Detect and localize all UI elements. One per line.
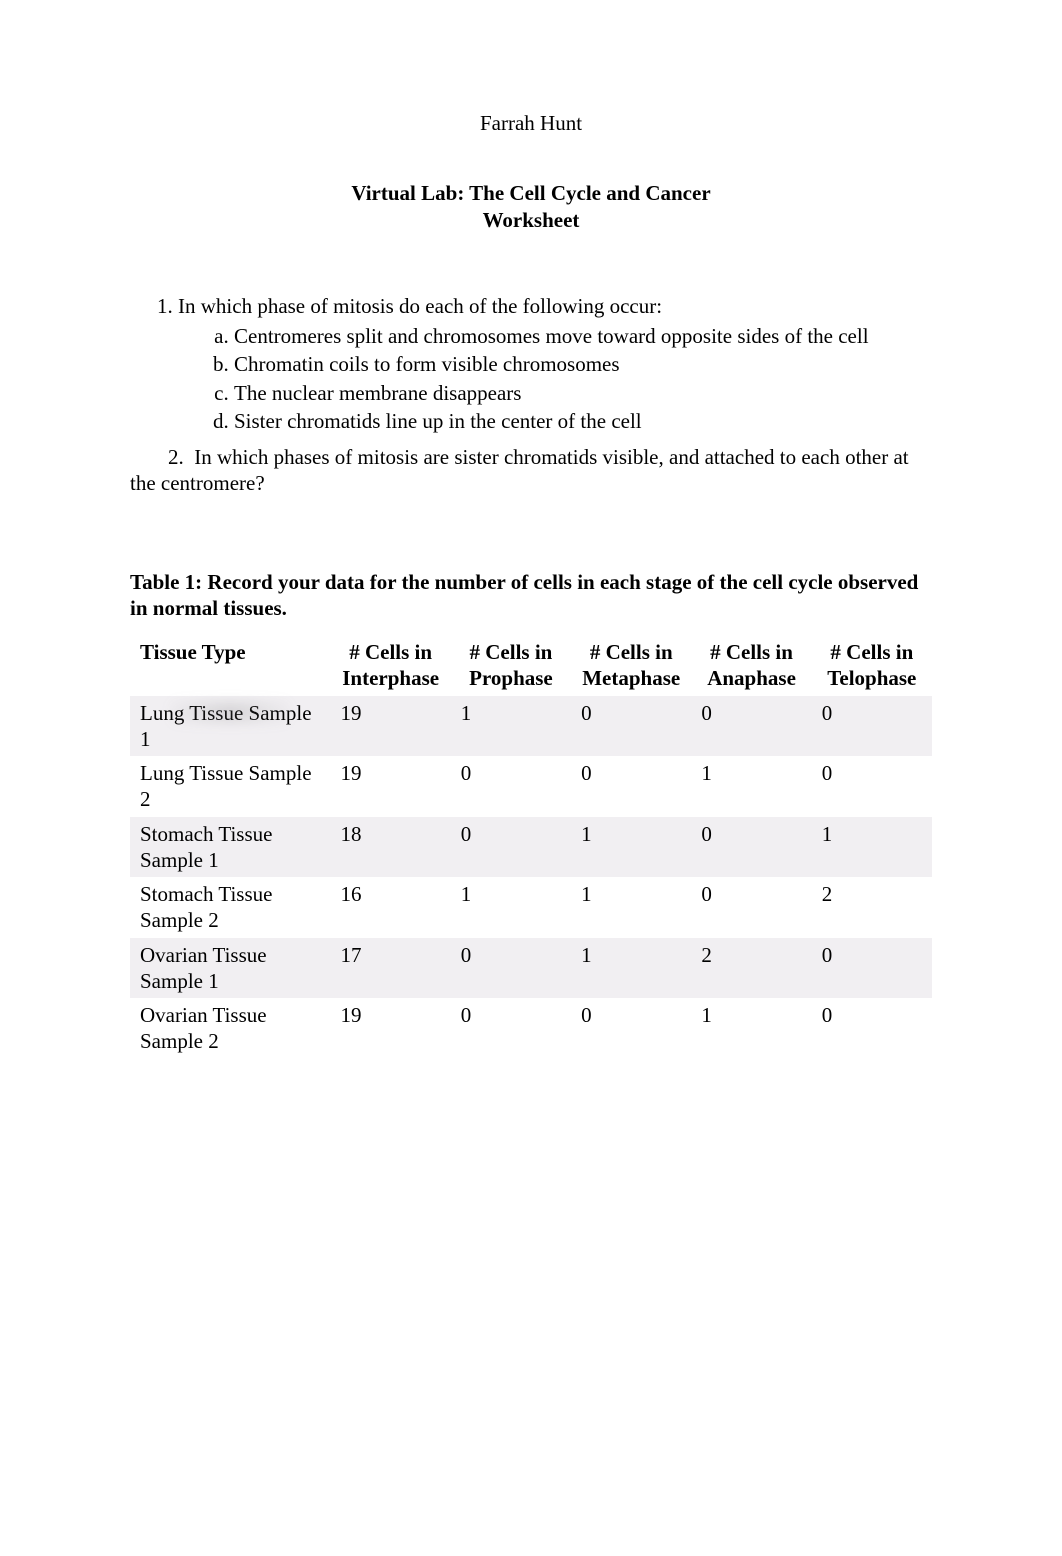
table-1-head: Tissue Type # Cells in Interphase # Cell… — [130, 635, 932, 696]
doc-subtitle: Worksheet — [130, 207, 932, 233]
cell-metaphase: 1 — [571, 938, 691, 999]
cell-metaphase: 1 — [571, 817, 691, 878]
cell-interphase: 18 — [331, 817, 451, 878]
author-line: Farrah Hunt — [130, 110, 932, 136]
q1-option-b: Chromatin coils to form visible chromoso… — [234, 351, 932, 377]
cell-prophase: 0 — [451, 817, 571, 878]
cell-telophase: 1 — [812, 817, 932, 878]
cell-anaphase: 2 — [691, 938, 811, 999]
table-row: Ovarian Tissue Sample 2 19 0 0 1 0 — [130, 998, 932, 1059]
cell-metaphase: 0 — [571, 756, 691, 817]
cell-telophase: 0 — [812, 938, 932, 999]
cell-telophase: 0 — [812, 756, 932, 817]
doc-title: Virtual Lab: The Cell Cycle and Cancer — [130, 180, 932, 206]
cell-prophase: 0 — [451, 998, 571, 1059]
table-row: Lung Tissue Sample 2 19 0 0 1 0 — [130, 756, 932, 817]
cell-tissue: Stomach Tissue Sample 1 — [130, 817, 331, 878]
cell-anaphase: 1 — [691, 756, 811, 817]
cell-metaphase: 0 — [571, 696, 691, 757]
table-row: Stomach Tissue Sample 2 16 1 1 0 2 — [130, 877, 932, 938]
table-row: Lung Tissue Sample 1 19 1 0 0 0 — [130, 696, 932, 757]
col-interphase: # Cells in Interphase — [331, 635, 451, 696]
page: Farrah Hunt Virtual Lab: The Cell Cycle … — [0, 0, 1062, 1556]
cell-interphase: 19 — [331, 696, 451, 757]
cell-prophase: 1 — [451, 696, 571, 757]
cell-interphase: 19 — [331, 998, 451, 1059]
col-telophase: # Cells in Telophase — [812, 635, 932, 696]
q1-option-a: Centromeres split and chromosomes move t… — [234, 323, 932, 349]
cell-anaphase: 0 — [691, 877, 811, 938]
cell-tissue: Lung Tissue Sample 1 — [130, 696, 331, 757]
col-anaphase: # Cells in Anaphase — [691, 635, 811, 696]
cell-tissue: Ovarian Tissue Sample 1 — [130, 938, 331, 999]
cell-interphase: 17 — [331, 938, 451, 999]
question-1: In which phase of mitosis do each of the… — [178, 293, 932, 434]
cell-interphase: 16 — [331, 877, 451, 938]
question-2: 2. In which phases of mitosis are sister… — [130, 444, 932, 497]
cell-prophase: 1 — [451, 877, 571, 938]
cell-anaphase: 0 — [691, 817, 811, 878]
question-1-options: Centromeres split and chromosomes move t… — [178, 323, 932, 434]
cell-telophase: 0 — [812, 998, 932, 1059]
cell-interphase: 19 — [331, 756, 451, 817]
cell-telophase: 0 — [812, 696, 932, 757]
cell-prophase: 0 — [451, 756, 571, 817]
table-1-body: Lung Tissue Sample 1 19 1 0 0 0 Lung Tis… — [130, 696, 932, 1059]
table-row: Stomach Tissue Sample 1 18 0 1 0 1 — [130, 817, 932, 878]
cell-tissue: Stomach Tissue Sample 2 — [130, 877, 331, 938]
table-row: Ovarian Tissue Sample 1 17 0 1 2 0 — [130, 938, 932, 999]
q1-option-d: Sister chromatids line up in the center … — [234, 408, 932, 434]
col-metaphase: # Cells in Metaphase — [571, 635, 691, 696]
cell-tissue: Lung Tissue Sample 2 — [130, 756, 331, 817]
table-1-heading: Table 1: Record your data for the number… — [130, 569, 932, 622]
cell-anaphase: 0 — [691, 696, 811, 757]
question-1-text: In which phase of mitosis do each of the… — [178, 294, 662, 318]
cell-tissue: Ovarian Tissue Sample 2 — [130, 998, 331, 1059]
question-2-number: 2. — [168, 445, 184, 469]
col-tissue-type: Tissue Type — [130, 635, 331, 696]
question-list: In which phase of mitosis do each of the… — [130, 293, 932, 434]
cell-metaphase: 0 — [571, 998, 691, 1059]
question-2-text: In which phases of mitosis are sister ch… — [130, 445, 909, 495]
table-1: Tissue Type # Cells in Interphase # Cell… — [130, 635, 932, 1059]
cell-telophase: 2 — [812, 877, 932, 938]
cell-anaphase: 1 — [691, 998, 811, 1059]
cell-metaphase: 1 — [571, 877, 691, 938]
col-prophase: # Cells in Prophase — [451, 635, 571, 696]
cell-prophase: 0 — [451, 938, 571, 999]
q1-option-c: The nuclear membrane disappears — [234, 380, 932, 406]
